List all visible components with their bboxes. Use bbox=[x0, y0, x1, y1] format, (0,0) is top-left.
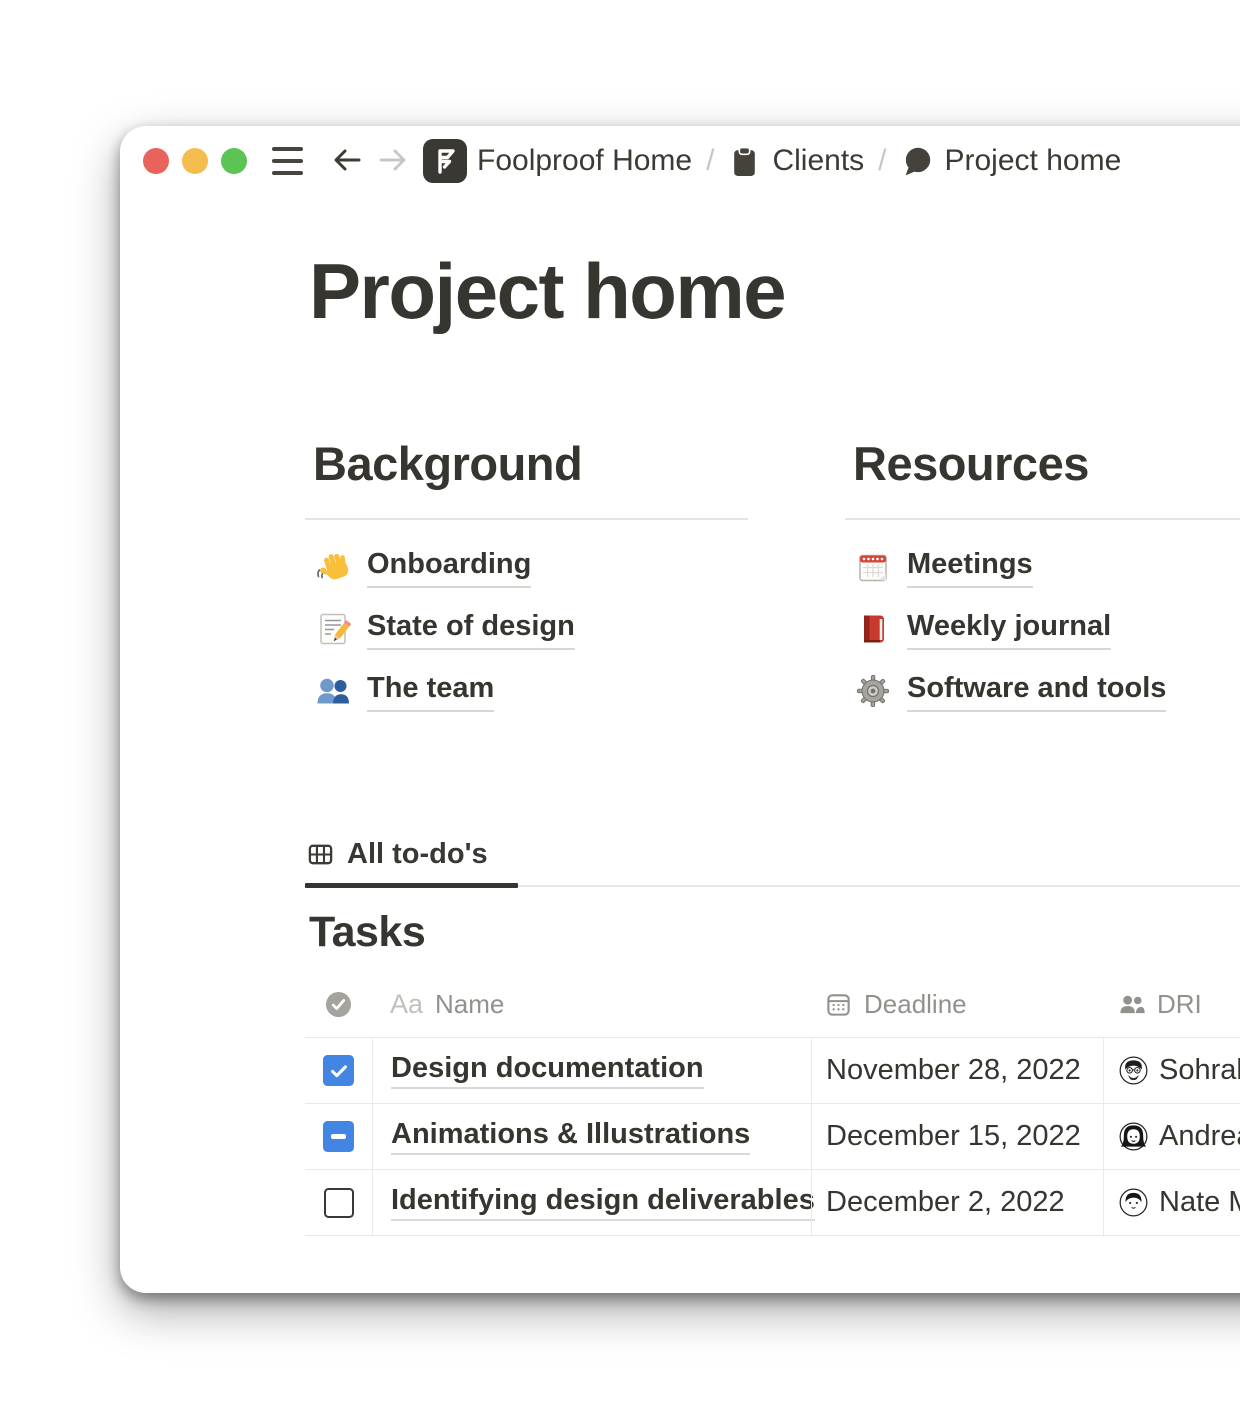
header-checkbox-column[interactable] bbox=[305, 971, 372, 1037]
avatar-woman-bob bbox=[1119, 1122, 1148, 1151]
dri-name: Sohrab bbox=[1159, 1054, 1240, 1087]
tab-all-todos[interactable]: All to-do's bbox=[305, 838, 488, 871]
breadcrumb-label: Project home bbox=[945, 144, 1122, 178]
checkbox-cell bbox=[305, 1104, 372, 1169]
breadcrumb-separator: / bbox=[878, 144, 886, 178]
breadcrumb-label: Foolproof Home bbox=[477, 144, 692, 178]
task-checkbox-indeterminate[interactable] bbox=[323, 1121, 354, 1152]
table-grid-icon bbox=[307, 841, 334, 868]
page-title[interactable]: Project home bbox=[309, 246, 785, 337]
clipboard-icon bbox=[728, 145, 761, 178]
deadline-cell[interactable]: November 28, 2022 bbox=[811, 1038, 1103, 1103]
text-property-icon: Aa bbox=[390, 989, 423, 1020]
back-arrow-icon[interactable] bbox=[331, 145, 363, 175]
header-dri-column[interactable]: DRI bbox=[1103, 989, 1240, 1020]
active-tab-indicator bbox=[305, 883, 518, 888]
deadline-value: December 2, 2022 bbox=[826, 1186, 1065, 1219]
calendar-icon bbox=[825, 991, 852, 1018]
task-checkbox-unchecked[interactable] bbox=[324, 1188, 354, 1218]
background-links: Onboarding State of design The team bbox=[305, 520, 748, 722]
table-row: Animations & Illustrations December 15, 2… bbox=[305, 1103, 1240, 1169]
check-circle-icon bbox=[325, 991, 352, 1018]
checkbox-cell bbox=[305, 1170, 372, 1235]
dri-name: Andrea bbox=[1159, 1120, 1240, 1153]
minimize-window-button[interactable] bbox=[182, 148, 208, 174]
table-body: Design documentation November 28, 2022 Soh… bbox=[305, 1037, 1240, 1236]
task-name-cell[interactable]: Design documentation bbox=[372, 1038, 811, 1103]
waving-hand-emoji bbox=[315, 549, 351, 585]
traffic-lights bbox=[143, 148, 247, 174]
gear-emoji bbox=[855, 673, 891, 709]
foolproof-logo[interactable] bbox=[423, 139, 467, 183]
task-name-link[interactable]: Animations & Illustrations bbox=[391, 1118, 750, 1155]
deadline-value: December 15, 2022 bbox=[826, 1120, 1081, 1153]
page-link-label: State of design bbox=[367, 608, 575, 649]
breadcrumb-item[interactable]: Clients bbox=[728, 144, 864, 178]
dri-name: Nate M bbox=[1159, 1186, 1240, 1219]
screenshot-stage: Foolproof Home / Clients / Project home Proj… bbox=[0, 0, 1240, 1414]
deadline-cell[interactable]: December 15, 2022 bbox=[811, 1104, 1103, 1169]
page-link[interactable]: The team bbox=[305, 660, 748, 722]
database-view-tabs: All to-do's bbox=[305, 838, 1240, 890]
dri-cell[interactable]: Nate M bbox=[1103, 1170, 1240, 1235]
checkbox-cell bbox=[305, 1038, 372, 1103]
task-name-cell[interactable]: Animations & Illustrations bbox=[372, 1104, 811, 1169]
close-window-button[interactable] bbox=[143, 148, 169, 174]
page-link[interactable]: State of design bbox=[305, 598, 748, 660]
section-heading-background: Background bbox=[305, 436, 748, 492]
header-deadline-column[interactable]: Deadline bbox=[811, 989, 1103, 1020]
deadline-value: November 28, 2022 bbox=[826, 1054, 1081, 1087]
table-row: Identifying design deliverables December … bbox=[305, 1169, 1240, 1236]
breadcrumb-item[interactable]: Project home bbox=[901, 144, 1122, 178]
breadcrumb-item[interactable]: Foolproof Home bbox=[477, 144, 692, 178]
deadline-cell[interactable]: December 2, 2022 bbox=[811, 1170, 1103, 1235]
page-link[interactable]: Meetings bbox=[845, 536, 1240, 598]
task-checkbox-checked[interactable] bbox=[323, 1055, 354, 1086]
dri-cell[interactable]: Sohrab bbox=[1103, 1038, 1240, 1103]
page-link[interactable]: Onboarding bbox=[305, 536, 748, 598]
task-name-cell[interactable]: Identifying design deliverables bbox=[372, 1170, 811, 1235]
memo-emoji bbox=[315, 611, 351, 647]
people-icon bbox=[1118, 991, 1145, 1018]
header-name-label: Name bbox=[435, 989, 504, 1020]
red-book-emoji bbox=[855, 611, 891, 647]
header-deadline-label: Deadline bbox=[864, 989, 967, 1020]
spiral-calendar-emoji bbox=[855, 549, 891, 585]
forward-arrow-icon[interactable] bbox=[377, 145, 409, 175]
table-header-row: Aa Name bbox=[305, 971, 1240, 1037]
dri-cell[interactable]: Andrea bbox=[1103, 1104, 1240, 1169]
tab-label: All to-do's bbox=[347, 838, 488, 871]
page-link-label: Software and tools bbox=[907, 670, 1166, 711]
sidebar-menu-icon[interactable] bbox=[272, 147, 303, 175]
task-name-link[interactable]: Design documentation bbox=[391, 1052, 704, 1089]
header-name-column[interactable]: Aa Name bbox=[372, 989, 811, 1020]
section-heading-resources: Resources bbox=[845, 436, 1240, 492]
page-link-label: The team bbox=[367, 670, 494, 711]
page-link-label: Onboarding bbox=[367, 546, 531, 587]
resources-links: Meetings Weekly journal Software and tools bbox=[845, 520, 1240, 722]
page-link[interactable]: Software and tools bbox=[845, 660, 1240, 722]
breadcrumb-separator: / bbox=[706, 144, 714, 178]
app-window: Foolproof Home / Clients / Project home Proj… bbox=[120, 126, 1240, 1293]
background-column: Background Onboarding State of design The … bbox=[305, 436, 748, 722]
page-link-label: Weekly journal bbox=[907, 608, 1111, 649]
avatar-man-beard bbox=[1119, 1056, 1148, 1085]
header-dri-label: DRI bbox=[1157, 989, 1202, 1020]
page-link[interactable]: Weekly journal bbox=[845, 598, 1240, 660]
database-title: Tasks bbox=[309, 908, 425, 957]
breadcrumb-label: Clients bbox=[772, 144, 864, 178]
table-row: Design documentation November 28, 2022 Soh… bbox=[305, 1037, 1240, 1103]
breadcrumb: Foolproof Home / Clients / Project home bbox=[477, 142, 1121, 180]
resources-column: Resources Meetings Weekly journal Software… bbox=[845, 436, 1240, 722]
avatar-man-short bbox=[1119, 1188, 1148, 1217]
task-name-link[interactable]: Identifying design deliverables bbox=[391, 1184, 815, 1221]
speech-bubble-icon bbox=[901, 145, 934, 178]
page-link-label: Meetings bbox=[907, 546, 1033, 587]
zoom-window-button[interactable] bbox=[221, 148, 247, 174]
two-column-layout: Background Onboarding State of design The … bbox=[305, 436, 1240, 722]
tasks-table: Aa Name bbox=[305, 971, 1240, 1236]
busts-emoji bbox=[315, 673, 351, 709]
